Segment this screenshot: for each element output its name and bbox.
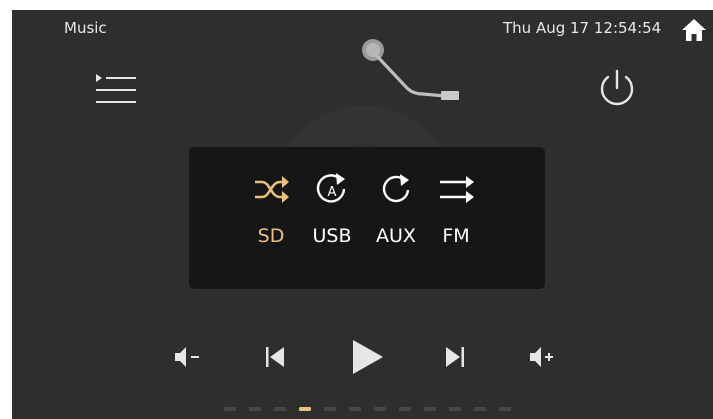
page-dot[interactable] [324, 407, 336, 411]
source-option-fm[interactable]: FM [424, 171, 488, 271]
tonearm-icon [362, 39, 459, 100]
source-selection-panel: SD A USB AUX FM [189, 147, 545, 289]
power-button[interactable] [596, 68, 638, 110]
source-label-sd: SD [257, 225, 285, 247]
previous-icon [266, 347, 284, 367]
page-dot[interactable] [224, 407, 236, 411]
sequential-icon [440, 176, 474, 203]
source-label-usb: USB [312, 225, 352, 247]
page-dot[interactable] [474, 407, 486, 411]
source-label-aux: AUX [376, 225, 416, 247]
repeat-a-icon: A [316, 173, 346, 203]
page-dot[interactable] [349, 407, 361, 411]
app-title: Music [64, 19, 107, 37]
source-label-fm: FM [442, 225, 470, 247]
svg-text:A: A [328, 185, 337, 200]
page-dot[interactable] [399, 407, 411, 411]
volume-up-icon [530, 347, 553, 367]
page-dot[interactable] [249, 407, 261, 411]
home-button[interactable] [681, 18, 707, 42]
volume-up-button[interactable] [528, 346, 560, 368]
source-option-aux[interactable]: AUX [364, 171, 428, 271]
volume-down-icon [175, 347, 199, 367]
next-icon [446, 347, 464, 367]
page-dot[interactable] [374, 407, 386, 411]
source-option-sd[interactable]: SD [239, 171, 303, 271]
datetime-display: Thu Aug 17 12:54:54 [503, 19, 662, 37]
power-icon [600, 69, 634, 106]
tonearm [357, 36, 467, 116]
previous-track-button[interactable] [264, 345, 286, 369]
music-screen: Music Thu Aug 17 12:54:54 SD A USB AUX F… [12, 10, 713, 419]
home-icon [682, 19, 706, 41]
page-dot[interactable] [274, 407, 286, 411]
playlist-icon [96, 74, 136, 103]
next-track-button[interactable] [444, 345, 466, 369]
source-option-usb[interactable]: A USB [300, 171, 364, 271]
page-dot[interactable] [424, 407, 436, 411]
page-indicator [224, 407, 514, 413]
playlist-button[interactable] [94, 72, 138, 108]
page-dot[interactable] [299, 407, 311, 411]
volume-down-button[interactable] [173, 346, 205, 368]
page-dot[interactable] [449, 407, 461, 411]
page-dot[interactable] [499, 407, 511, 411]
repeat-icon [382, 174, 410, 203]
shuffle-icon [255, 176, 289, 203]
play-button[interactable] [351, 338, 385, 376]
play-icon [353, 340, 383, 374]
